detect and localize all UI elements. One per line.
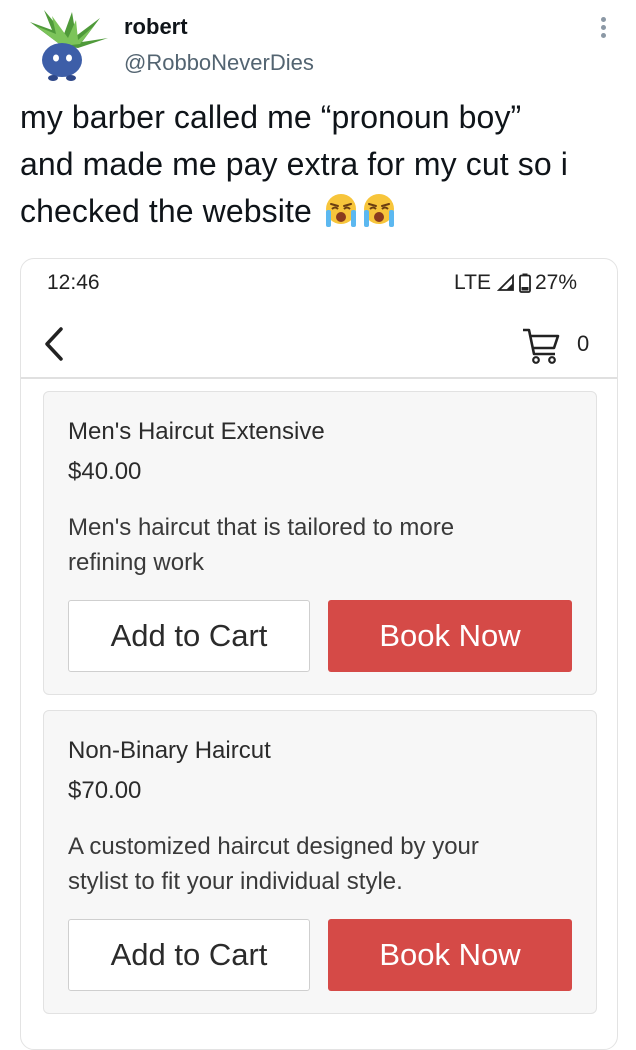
tweet-text-line: my barber called me “pronoun boy” [20,99,522,135]
service-card: Men's Haircut Extensive $40.00 Men's hai… [43,391,597,695]
service-title: Men's Haircut Extensive [68,418,325,445]
service-description-line: refining work [68,549,205,576]
battery-percent: 27% [534,271,577,294]
attached-screenshot[interactable]: 12:46 LTE 27% 0 Men's Haircut Extensive … [20,258,618,1050]
chevron-left-icon[interactable] [39,325,69,363]
more-options-icon[interactable] [596,14,610,44]
user-handle[interactable]: @RobboNeverDies [124,50,314,76]
add-to-cart-button[interactable]: Add to Cart [68,919,310,991]
service-description-line: A customized haircut designed by your [68,833,479,860]
service-title: Non-Binary Haircut [68,737,271,764]
battery-icon [519,273,531,293]
cart-count: 0 [577,331,590,356]
status-indicators: LTE 27% [454,271,577,295]
service-description: Men's haircut that is tailored to more r… [68,510,568,580]
tweet-text-line: and made me pay extra for my cut so i [20,146,568,182]
status-bar: 12:46 LTE 27% [21,259,617,309]
service-description-line: stylist to fit your individual style. [68,868,403,895]
add-to-cart-button[interactable]: Add to Cart [68,600,310,672]
app-bar: 0 [21,311,617,379]
book-now-button[interactable]: Book Now [328,600,572,672]
status-time: 12:46 [47,271,100,294]
tweet-text-line: checked the website [20,188,620,235]
book-now-button[interactable]: Book Now [328,919,572,991]
service-price: $70.00 [68,777,142,804]
service-description-line: Men's haircut that is tailored to more [68,514,455,541]
display-name[interactable]: robert [124,14,188,40]
signal-icon [496,274,514,291]
loudly-crying-face-icon [325,194,356,227]
service-card: Non-Binary Haircut $70.00 A customized h… [43,710,597,1014]
tweet-header: robert @RobboNeverDies [0,0,636,90]
service-price: $40.00 [68,458,142,485]
cart-icon[interactable] [521,327,561,365]
tweet-text: my barber called me “pronoun boy” and ma… [20,94,620,235]
oddish-avatar-icon[interactable] [22,8,112,88]
service-description: A customized haircut designed by your st… [68,829,568,899]
loudly-crying-face-icon [363,194,394,227]
network-label: LTE [454,271,491,294]
tweet-text-line-3: checked the website [20,193,312,229]
